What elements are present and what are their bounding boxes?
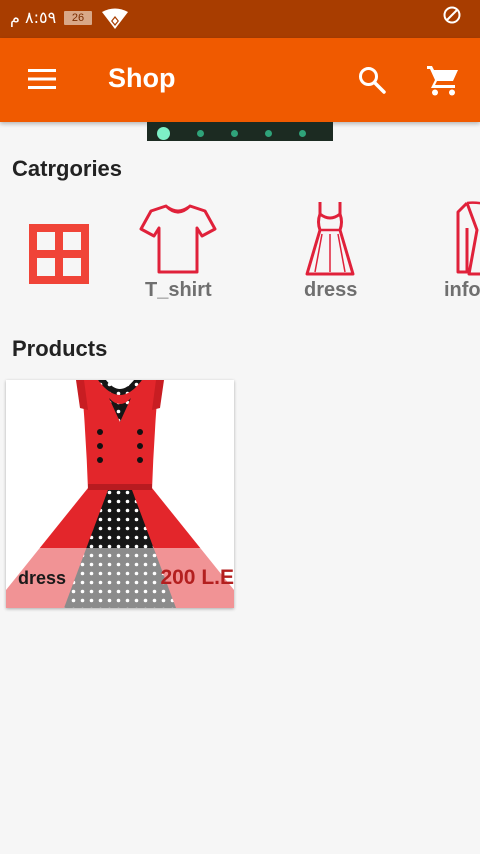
cart-icon[interactable] [426,64,460,101]
app-title: Shop [108,63,176,93]
search-icon[interactable] [357,65,387,100]
product-card[interactable]: dress 200 L.E [6,380,234,608]
banner-slider[interactable] [147,122,333,141]
category-dress[interactable]: dress [300,200,360,301]
slider-dot[interactable] [157,127,170,140]
status-time: ٨:٥٩ م [10,8,57,27]
battery-indicator: 26 [64,11,92,25]
slider-dot[interactable] [265,130,272,137]
menu-icon[interactable] [28,68,56,95]
dress-icon [305,200,355,283]
slider-indicators [157,127,306,140]
product-name: dress [18,568,67,588]
products-title: Products [12,336,108,361]
wifi-icon [101,8,129,35]
category-label: dress [304,279,358,301]
slider-dot[interactable] [299,130,306,137]
slider-dot[interactable] [231,130,238,137]
category-tshirt[interactable]: T_shirt [138,203,218,303]
app-bar: Shop [0,38,480,122]
category-info[interactable]: info [443,200,480,300]
category-all[interactable] [27,222,91,286]
category-label: T_shirt [145,279,212,301]
category-label: info [444,279,480,300]
tshirt-icon [139,203,217,280]
slider-dot[interactable] [197,130,204,137]
grid-icon [27,224,91,290]
product-price: 200 L.E [160,566,234,589]
do-not-disturb-icon [442,5,462,30]
status-bar: ٨:٥٩ م 26 [0,0,480,38]
categories-title: Catrgories [12,156,123,181]
jacket-icon [455,200,480,283]
